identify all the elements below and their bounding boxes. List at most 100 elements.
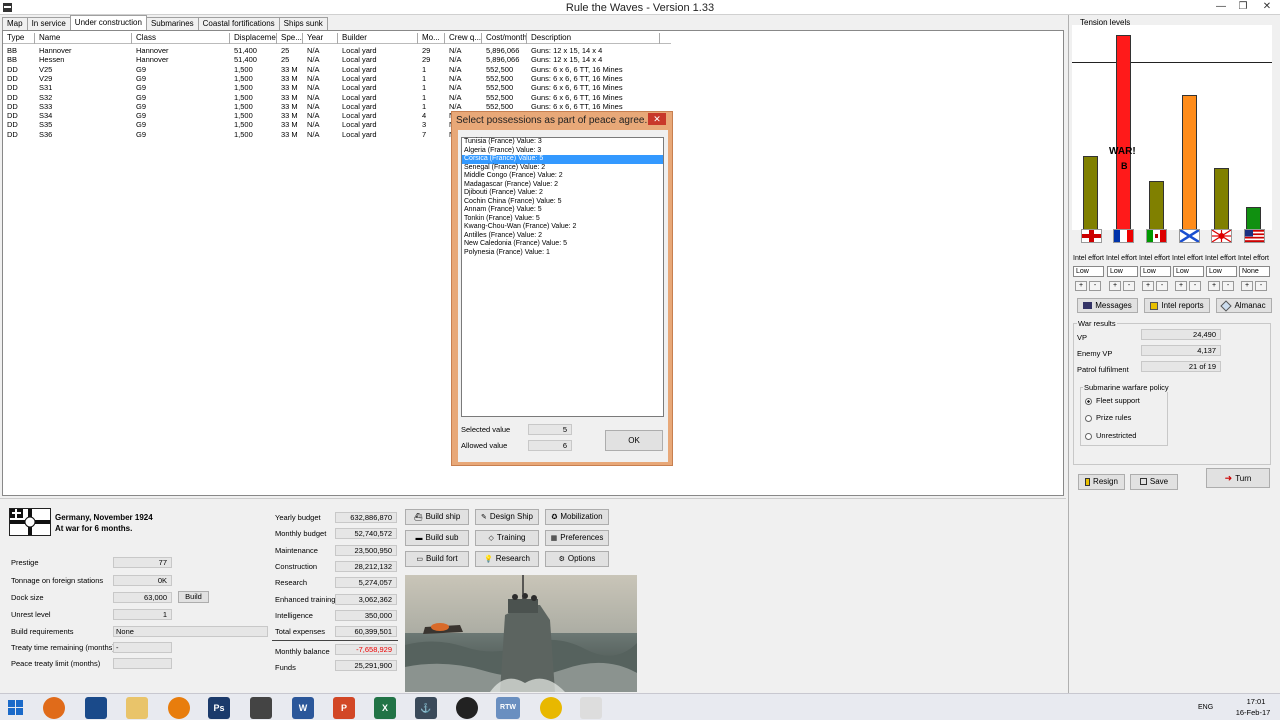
table-cell: 33 M xyxy=(281,83,298,93)
language-indicator[interactable]: ENG xyxy=(1198,704,1213,711)
clock-date[interactable]: 16-Feb-17 xyxy=(1229,708,1277,717)
possession-item[interactable]: Tonkin (France) Value: 5 xyxy=(462,215,663,224)
column-header[interactable]: Name xyxy=(35,33,132,44)
word-icon[interactable]: W xyxy=(292,697,314,719)
table-cell: 552,500 xyxy=(486,64,514,74)
options-button[interactable]: ⚙ Options xyxy=(545,551,609,567)
possession-item[interactable]: Cochin China (France) Value: 5 xyxy=(462,198,663,207)
app-icon-11[interactable] xyxy=(456,697,478,719)
build-ship-button[interactable]: ⛴ Build ship xyxy=(405,509,469,525)
table-cell: V29 xyxy=(39,73,53,83)
options-icon: ⚙ xyxy=(558,556,565,563)
possession-item[interactable]: Kwang-Chou-Wan (France) Value: 2 xyxy=(462,223,663,232)
table-row[interactable]: DD V25 G9 1,500 33 M N/A Local yard 1 N/A 552,500… xyxy=(3,65,660,74)
close-button[interactable]: ✕ xyxy=(1256,0,1278,15)
possession-item[interactable]: Middle Congo (France) Value: 2 xyxy=(462,172,663,181)
table-row[interactable]: DD V29 G9 1,500 33 M N/A Local yard 1 N/A 552,500… xyxy=(3,74,660,83)
app-icon-6[interactable] xyxy=(250,697,272,719)
possession-item[interactable]: Madagascar (France) Value: 2 xyxy=(462,181,663,190)
table-cell: DD xyxy=(7,92,18,102)
intel-minus-japan[interactable]: - xyxy=(1222,281,1234,291)
intel-minus-italy[interactable]: - xyxy=(1156,281,1168,291)
resign-button[interactable]: Resign xyxy=(1078,474,1125,490)
dialog-ok-button[interactable]: OK xyxy=(605,430,663,451)
rtw-taskbar-icon[interactable]: RTW xyxy=(496,697,520,719)
column-header[interactable]: Builder xyxy=(338,33,418,44)
clock-time[interactable]: 17:01 xyxy=(1236,697,1276,706)
column-header[interactable]: Type xyxy=(3,33,35,44)
tab-in-service[interactable]: In service xyxy=(26,17,71,30)
intel-minus-france[interactable]: - xyxy=(1123,281,1135,291)
turn-button[interactable]: ➜ Turn xyxy=(1206,468,1270,488)
possession-item[interactable]: Djibouti (France) Value: 2 xyxy=(462,189,663,198)
possession-item[interactable]: Annam (France) Value: 5 xyxy=(462,206,663,215)
windows-start-icon[interactable] xyxy=(8,700,23,715)
intel-plus-usa[interactable]: + xyxy=(1241,281,1253,291)
tab-ships-sunk[interactable]: Ships sunk xyxy=(278,17,328,30)
intel-plus-france[interactable]: + xyxy=(1109,281,1121,291)
dialog-close-button[interactable]: ✕ xyxy=(648,113,666,125)
intel-minus-usa[interactable]: - xyxy=(1255,281,1267,291)
intel-plus-italy[interactable]: + xyxy=(1142,281,1154,291)
possession-item[interactable]: Senegal (France) Value: 2 xyxy=(462,164,663,173)
firefox-icon[interactable] xyxy=(43,697,65,719)
possession-item[interactable]: New Caledonia (France) Value: 5 xyxy=(462,240,663,249)
save-button[interactable]: Save xyxy=(1130,474,1178,490)
training-button[interactable]: ◇ Training xyxy=(475,530,539,546)
possession-item[interactable]: Corsica (France) Value: 5 xyxy=(462,155,663,164)
intel-plus-russia[interactable]: + xyxy=(1175,281,1187,291)
build-fort-button[interactable]: ▭ Build fort xyxy=(405,551,469,567)
folder-icon[interactable] xyxy=(126,697,148,719)
table-row[interactable]: BB Hessen Hannover 51,400 25 N/A Local yard 29 N… xyxy=(3,55,660,64)
possession-item[interactable]: Tunisia (France) Value: 3 xyxy=(462,138,663,147)
intel-plus-japan[interactable]: + xyxy=(1208,281,1220,291)
intel-minus-russia[interactable]: - xyxy=(1189,281,1201,291)
policy-unrestricted[interactable]: Unrestricted xyxy=(1085,431,1136,440)
app-icon-2[interactable] xyxy=(85,697,107,719)
possession-item[interactable]: Algeria (France) Value: 3 xyxy=(462,147,663,156)
intel-minus-uk[interactable]: - xyxy=(1089,281,1101,291)
possession-item[interactable]: Antilles (France) Value: 2 xyxy=(462,232,663,241)
minimize-button[interactable]: — xyxy=(1210,0,1232,15)
tab-under-construction[interactable]: Under construction xyxy=(69,15,147,30)
column-header[interactable]: Cost/month xyxy=(482,33,527,44)
excel-icon[interactable]: X xyxy=(374,697,396,719)
intel-reports-button[interactable]: Intel reports xyxy=(1144,298,1210,313)
tab-coastal-fortifications[interactable]: Coastal fortifications xyxy=(197,17,280,30)
table-row[interactable]: BB Hannover Hannover 51,400 25 N/A Local yard 2… xyxy=(3,46,660,55)
column-header[interactable]: Year xyxy=(303,33,338,44)
blender-icon[interactable] xyxy=(168,697,190,719)
app-icon-13[interactable] xyxy=(540,697,562,719)
column-header[interactable]: Mo... xyxy=(418,33,445,44)
column-header[interactable]: Crew q... xyxy=(445,33,482,44)
app-icon-14[interactable] xyxy=(580,697,602,719)
table-row[interactable]: DD S32 G9 1,500 33 M N/A Local yard 1 N/A 552,500… xyxy=(3,93,660,102)
column-header[interactable]: Class xyxy=(132,33,230,44)
maximize-button[interactable]: ❐ xyxy=(1232,0,1254,15)
almanac-button[interactable]: Almanac xyxy=(1216,298,1272,313)
preferences-button[interactable]: ▦ Preferences xyxy=(545,530,609,546)
research-button[interactable]: 💡 Research xyxy=(475,551,539,567)
intel-plus-uk[interactable]: + xyxy=(1075,281,1087,291)
tab-submarines[interactable]: Submarines xyxy=(145,17,199,30)
column-header[interactable]: Description xyxy=(527,33,660,44)
column-header[interactable]: Displacement xyxy=(230,33,277,44)
policy-prize-rules[interactable]: Prize rules xyxy=(1085,413,1131,422)
anchor-app-icon[interactable]: ⚓ xyxy=(415,697,437,719)
build-sub-button[interactable]: ▬ Build sub xyxy=(405,530,469,546)
mobilization-button[interactable]: ✪ Mobilization xyxy=(545,509,609,525)
stat-label: Unrest level xyxy=(11,610,51,619)
table-row[interactable]: DD S31 G9 1,500 33 M N/A Local yard 1 N/A 552,500… xyxy=(3,83,660,92)
design-ship-button[interactable]: ✎ Design Ship xyxy=(475,509,539,525)
messages-button[interactable]: Messages xyxy=(1077,298,1138,313)
powerpoint-icon[interactable]: P xyxy=(333,697,355,719)
dock-build-button[interactable]: Build xyxy=(178,591,209,603)
tab-map[interactable]: Map xyxy=(2,17,28,30)
policy-fleet-support[interactable]: Fleet support xyxy=(1085,396,1140,405)
photoshop-icon[interactable]: Ps xyxy=(208,697,230,719)
possession-item[interactable]: Polynesia (France) Value: 1 xyxy=(462,249,663,258)
column-header[interactable]: Spe... xyxy=(277,33,303,44)
table-row[interactable]: DD S33 G9 1,500 33 M N/A Local yard 1 N/A 552,500… xyxy=(3,102,660,111)
table-cell: N/A xyxy=(449,64,462,74)
possessions-list[interactable]: Tunisia (France) Value: 3 Algeria (France… xyxy=(461,137,664,417)
